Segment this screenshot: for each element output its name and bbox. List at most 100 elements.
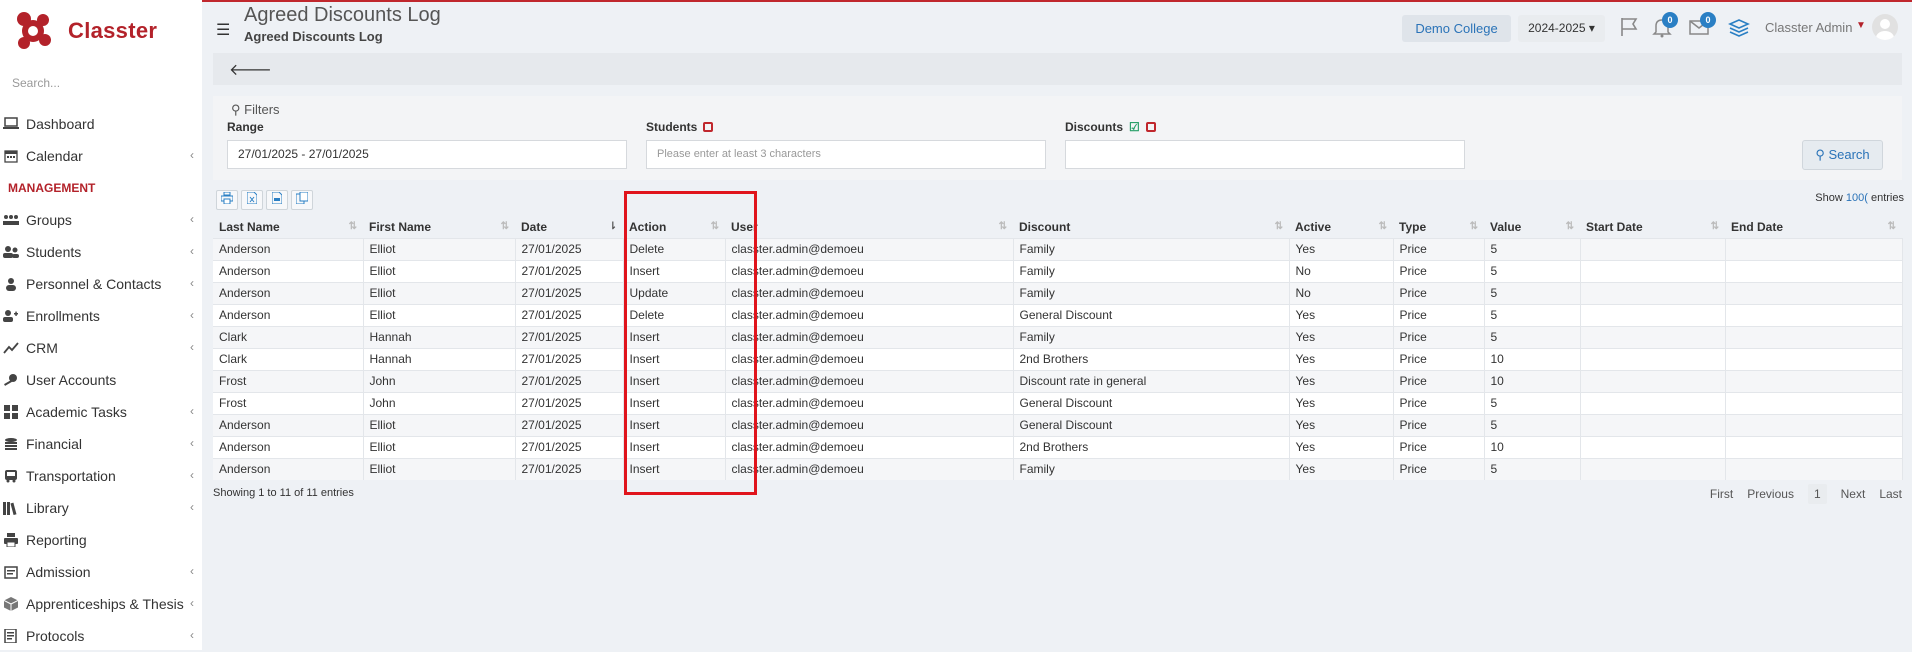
cell-active: Yes — [1289, 237, 1394, 260]
copy-button[interactable] — [291, 190, 313, 210]
sidebar-item-reporting[interactable]: Reporting — [0, 524, 202, 556]
cell-end-date — [1725, 237, 1903, 260]
chevron-left-icon: ‹ — [190, 148, 194, 162]
sidebar-item-crm[interactable]: CRM ‹ — [0, 332, 202, 364]
search-icon: ⚲ — [231, 102, 241, 117]
layers-icon[interactable] — [1728, 16, 1750, 38]
sidebar-item-label: Academic Tasks — [26, 404, 127, 420]
column-header-user[interactable]: User ⇅ — [725, 216, 1013, 238]
sidebar-item-user-accounts[interactable]: User Accounts — [0, 364, 202, 396]
admission-icon — [2, 564, 20, 580]
cell-end-date — [1725, 303, 1903, 326]
sidebar-item-personnel[interactable]: Personnel & Contacts ‹ — [0, 268, 202, 300]
table-row[interactable]: Clark Hannah 27/01/2025 Insert classter.admi… — [213, 325, 1903, 348]
pager-current-page[interactable]: 1 — [1807, 484, 1827, 504]
column-header-first-name[interactable]: First Name ⇅ — [363, 216, 515, 238]
check-all-icon[interactable]: ☑ — [1129, 120, 1140, 134]
pdf-export-button[interactable] — [266, 190, 288, 210]
table-row[interactable]: Anderson Elliot 27/01/2025 Update classter.a… — [213, 281, 1903, 304]
sidebar-item-admission[interactable]: Admission ‹ — [0, 556, 202, 588]
college-selector-button[interactable]: Demo College — [1402, 15, 1511, 42]
sidebar-item-financial[interactable]: Financial ‹ — [0, 428, 202, 460]
discounts-clear-icon[interactable] — [1145, 122, 1156, 132]
back-arrow-icon[interactable]: 🡐 — [229, 59, 272, 80]
year-selector-button[interactable]: 2024-2025 ▾ — [1518, 15, 1605, 42]
column-header-last-name[interactable]: Last Name ⇅ — [213, 216, 363, 238]
column-header-date[interactable]: Date ⇂ — [515, 216, 623, 238]
cell-discount: General Discount — [1013, 391, 1290, 414]
sidebar-item-transportation[interactable]: Transportation ‹ — [0, 460, 202, 492]
table-row[interactable]: Anderson Elliot 27/01/2025 Delete classter.a… — [213, 237, 1903, 260]
cell-discount: Family — [1013, 457, 1290, 480]
table-row[interactable]: Anderson Elliot 27/01/2025 Insert classter.a… — [213, 457, 1903, 480]
sidebar-item-academic-tasks[interactable]: Academic Tasks ‹ — [0, 396, 202, 428]
table-row[interactable]: Anderson Elliot 27/01/2025 Delete classter.a… — [213, 303, 1903, 326]
logo[interactable]: Classter — [12, 8, 157, 54]
table-row[interactable]: Anderson Elliot 27/01/2025 Insert classter.a… — [213, 435, 1903, 458]
person-icon — [2, 276, 20, 292]
cell-active: Yes — [1289, 457, 1394, 480]
cell-discount: Family — [1013, 325, 1290, 348]
column-header-label: Type — [1399, 219, 1427, 234]
cell-start-date — [1580, 391, 1726, 414]
pager-first-button[interactable]: First — [1710, 484, 1733, 504]
column-header-label: First Name — [369, 219, 432, 234]
column-header-action[interactable]: Action ⇅ — [623, 216, 725, 238]
print-button[interactable] — [216, 190, 238, 210]
cell-action: Insert — [623, 457, 726, 480]
column-header-start-date[interactable]: Start Date ⇅ — [1580, 216, 1725, 238]
range-input[interactable]: 27/01/2025 - 27/01/2025 — [227, 140, 627, 169]
sidebar-item-students[interactable]: Students ‹ — [0, 236, 202, 268]
notifications-badge: 0 — [1662, 12, 1678, 28]
sort-icon: ⇅ — [710, 221, 719, 232]
sidebar-item-library[interactable]: Library ‹ — [0, 492, 202, 524]
sidebar-item-enrollments[interactable]: Enrollments ‹ — [0, 300, 202, 332]
sidebar-item-label: Enrollments — [26, 308, 100, 324]
cell-end-date — [1725, 435, 1903, 458]
sidebar-item-protocols[interactable]: Protocols ‹ — [0, 620, 202, 652]
table-row[interactable]: Anderson Elliot 27/01/2025 Insert classter.a… — [213, 413, 1903, 436]
excel-export-button[interactable] — [241, 190, 263, 210]
cell-end-date — [1725, 347, 1903, 370]
caret-down-icon[interactable]: ▼ — [1856, 20, 1866, 31]
students-clear-icon[interactable] — [703, 122, 714, 132]
sidebar-item-groups[interactable]: Groups ‹ — [0, 204, 202, 236]
column-header-end-date[interactable]: End Date ⇅ — [1725, 216, 1902, 238]
table-row[interactable]: Clark Hannah 27/01/2025 Insert classter.admi… — [213, 347, 1903, 370]
flag-icon[interactable] — [1618, 16, 1640, 38]
show-label: Show — [1815, 192, 1843, 204]
column-header-label: Action — [629, 219, 667, 234]
column-header-discount[interactable]: Discount ⇅ — [1013, 216, 1289, 238]
pager-next-button[interactable]: Next — [1841, 484, 1866, 504]
sidebar-item-apprenticeships[interactable]: Apprenticeships & Thesis ‹ — [0, 588, 202, 620]
column-header-type[interactable]: Type ⇅ — [1393, 216, 1484, 238]
sidebar-item-calendar[interactable]: Calendar ‹ — [0, 140, 202, 172]
cell-user: classter.admin@demoeu — [725, 457, 1014, 480]
page-size-select[interactable]: 100( — [1846, 192, 1868, 204]
search-button[interactable]: ⚲ Search — [1802, 140, 1883, 170]
cell-last-name: Anderson — [213, 413, 364, 436]
sidebar-search-input[interactable]: Search... — [12, 76, 60, 90]
cell-action: Insert — [623, 369, 726, 392]
page-size-control[interactable]: Show 100( entries — [1815, 192, 1904, 204]
table-row[interactable]: Frost John 27/01/2025 Insert classter.admin@… — [213, 369, 1903, 392]
cell-type: Price — [1393, 457, 1485, 480]
sidebar-item-label: CRM — [26, 340, 58, 356]
pagination: First Previous 1 Next Last — [1696, 484, 1902, 504]
students-label-wrap: Students — [646, 120, 714, 134]
column-header-active[interactable]: Active ⇅ — [1289, 216, 1393, 238]
sidebar-item-dashboard[interactable]: Dashboard — [0, 108, 202, 140]
cell-user: classter.admin@demoeu — [725, 413, 1014, 436]
user-menu[interactable]: Classter Admin — [1765, 20, 1852, 35]
pager-previous-button[interactable]: Previous — [1747, 484, 1794, 504]
column-header-value[interactable]: Value ⇅ — [1484, 216, 1580, 238]
discounts-select[interactable] — [1065, 140, 1465, 169]
students-input[interactable]: Please enter at least 3 characters — [646, 140, 1046, 169]
top-accent-line — [0, 0, 1912, 2]
pager-last-button[interactable]: Last — [1879, 484, 1902, 504]
hamburger-menu-icon[interactable]: ☰ — [216, 20, 230, 40]
cell-end-date — [1725, 281, 1903, 304]
avatar[interactable] — [1872, 14, 1898, 40]
table-row[interactable]: Anderson Elliot 27/01/2025 Insert classter.a… — [213, 259, 1903, 282]
table-row[interactable]: Frost John 27/01/2025 Insert classter.admin@… — [213, 391, 1903, 414]
